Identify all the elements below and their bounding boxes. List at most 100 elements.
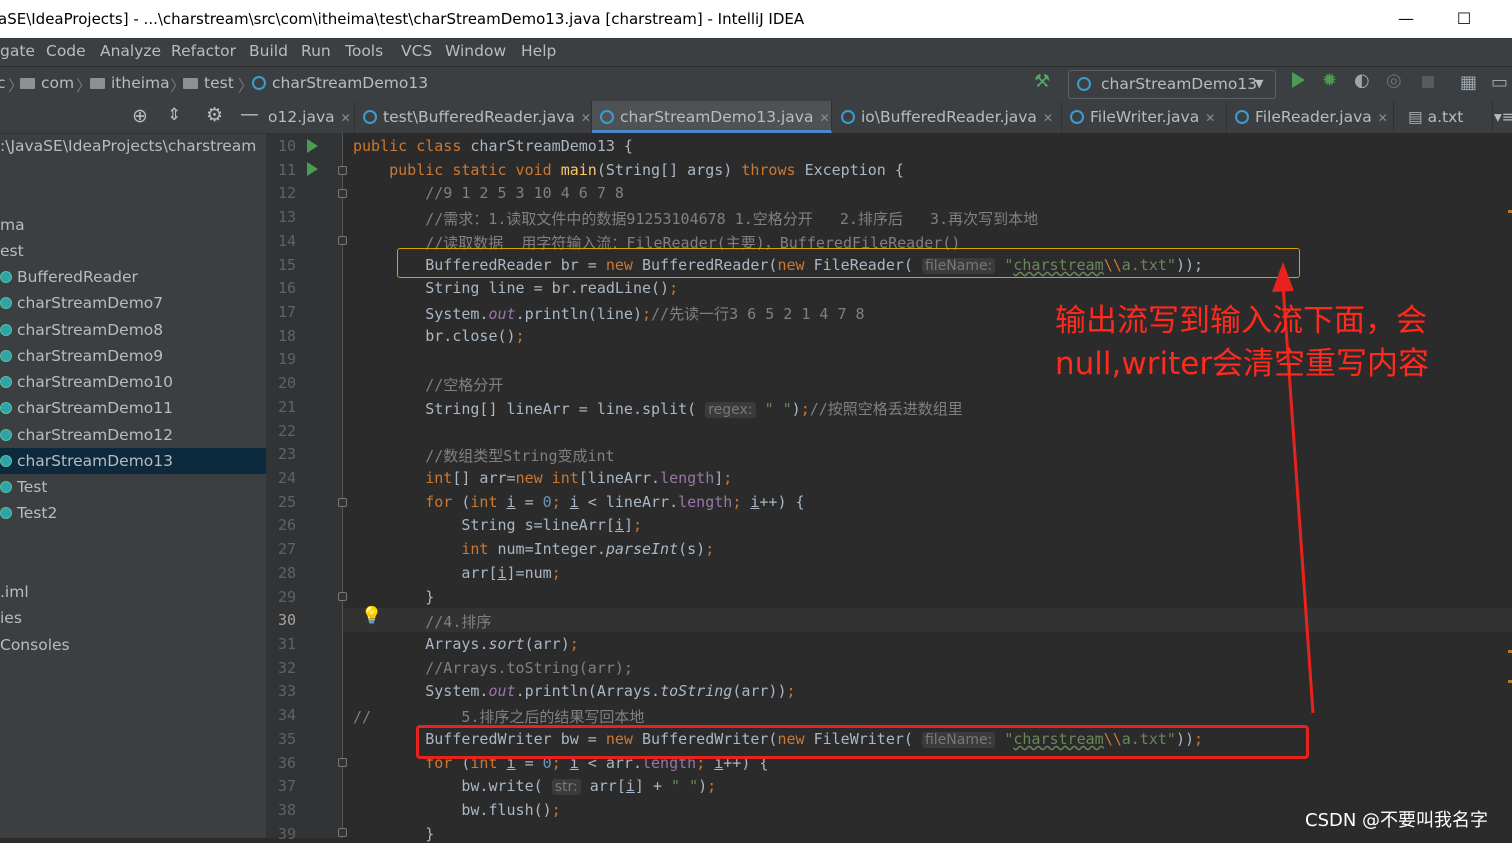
tree-item-iml[interactable]: .iml [0,583,29,601]
layout-icon[interactable]: ▭ [1491,72,1508,93]
code-line: //需求：1.读取文件中的数据91253104678 1.空格分开 2.排序后 … [353,210,1039,228]
fold-icon[interactable] [338,758,347,767]
menu-refactor[interactable]: Refactor [171,42,236,60]
minimize-button[interactable]: — [1386,6,1426,32]
close-icon[interactable]: ✕ [1205,111,1215,125]
tab-test-bufferedreader[interactable]: test\BufferedReader.java ✕ [355,101,592,133]
run-configuration-select[interactable]: charStreamDemo13 ▼ [1068,70,1276,99]
gear-icon[interactable]: ⚙ [206,104,223,126]
coverage-icon[interactable]: ◐ [1354,70,1370,91]
line-number: 11 [277,161,296,179]
tree-item-test2[interactable]: Test2 [0,504,57,522]
tree-item-consoles[interactable]: Consoles [0,636,70,654]
close-icon[interactable]: ✕ [819,111,829,125]
line-number: 32 [277,659,296,677]
build-hammer-icon[interactable]: ⚒ [1034,71,1050,92]
code-line: for (int i = 0; i < lineArr.length; i++)… [425,493,805,511]
tree-item-libraries[interactable]: ies [0,609,22,627]
tab-overflow-icon[interactable]: ▾≡ [1494,101,1512,133]
class-icon [1070,110,1084,124]
close-icon[interactable]: ✕ [1043,111,1053,125]
menu-window[interactable]: Window [445,42,506,60]
run-icon[interactable] [1292,72,1305,88]
watermark: CSDN @不要叫我名字 [1305,810,1489,831]
fold-icon[interactable] [338,236,347,245]
fold-icon[interactable] [338,166,347,175]
class-icon [600,110,614,124]
collapse-all-icon[interactable]: ⇕ [167,105,181,125]
tree-item-bufferedreader[interactable]: BufferedReader [0,268,138,286]
line-number: 25 [277,493,296,511]
breadcrumb-com[interactable]: com [20,74,74,92]
java-class-icon [0,297,12,309]
tree-item-demo9[interactable]: charStreamDemo9 [0,347,163,365]
line-number: 27 [277,540,296,558]
tab-label: FileWriter.java [1090,108,1200,126]
close-icon[interactable]: ✕ [1378,111,1388,125]
chevron-down-icon: ▼ [1255,77,1264,90]
run-main-icon[interactable] [307,162,318,176]
fold-icon[interactable] [338,592,347,601]
breadcrumb-label: charStreamDemo13 [272,74,429,92]
debug-icon[interactable]: ✹ [1322,70,1337,91]
tab-a-txt[interactable]: ▤ a.txt [1394,101,1493,133]
stop-icon[interactable] [1422,76,1434,88]
close-icon[interactable]: ✕ [341,111,351,125]
line-number: 36 [277,754,296,772]
code-line: //数组类型String变成int [353,447,615,465]
breadcrumb-test[interactable]: test [183,74,234,92]
menu-analyze[interactable]: Analyze [100,42,161,60]
tab-io-bufferedreader[interactable]: io\BufferedReader.java ✕ [833,101,1062,133]
menu-code[interactable]: Code [46,42,86,60]
project-structure-icon[interactable]: ▦ [1460,72,1477,93]
tree-item-demo11[interactable]: charStreamDemo11 [0,399,173,417]
tree-item-demo7[interactable]: charStreamDemo7 [0,294,163,312]
tab-demo12[interactable]: o12.java ✕ [266,101,355,133]
project-root-path[interactable]: :\JavaSE\IdeaProjects\charstream [0,137,256,155]
close-icon[interactable]: ✕ [581,111,591,125]
line-number: 30 [277,611,296,629]
run-class-icon[interactable] [307,139,318,153]
line-number: 38 [277,801,296,819]
profile-icon[interactable]: ◎ [1386,70,1402,91]
tab-charstreamdemo13[interactable]: charStreamDemo13.java ✕ [592,101,832,133]
tree-item-label: charStreamDemo13 [16,452,174,470]
fold-icon[interactable] [338,189,347,198]
tree-item[interactable]: ma [0,216,25,234]
locate-icon[interactable]: ⊕ [132,105,148,127]
tree-item-demo12[interactable]: charStreamDemo12 [0,426,173,444]
parameter-hint: regex: [705,402,756,418]
code-line: String line = br.readLine(); [353,279,679,297]
class-icon [1077,77,1091,91]
menu-build[interactable]: Build [249,42,288,60]
java-class-icon [0,481,12,493]
folder-icon [20,78,35,89]
menu-navigate[interactable]: gate [0,42,35,60]
breadcrumb-lead[interactable]: c [0,74,6,92]
menu-help[interactable]: Help [521,42,556,60]
code-line: arr[i]=num; [353,564,561,582]
breadcrumb-itheima[interactable]: itheima [90,74,170,92]
line-number: 23 [277,445,296,463]
tree-item-demo13[interactable]: charStreamDemo13 [0,452,173,470]
menu-tools[interactable]: Tools [345,42,383,60]
menu-run[interactable]: Run [301,42,331,60]
tree-item[interactable]: est [0,242,24,260]
line-number: 18 [277,327,296,345]
error-stripe-mark[interactable] [1508,650,1512,653]
fold-icon[interactable] [338,498,347,507]
error-stripe-mark[interactable] [1508,210,1512,213]
tree-item-demo8[interactable]: charStreamDemo8 [0,321,163,339]
error-stripe-mark[interactable] [1508,680,1512,683]
tree-item-demo10[interactable]: charStreamDemo10 [0,373,173,391]
tree-item-label: charStreamDemo11 [16,399,174,417]
tree-item-test[interactable]: Test [0,478,47,496]
breadcrumb-class[interactable]: charStreamDemo13 [252,74,428,92]
code-line: int num=Integer.parseInt(s); [461,540,715,558]
tab-filereader[interactable]: FileReader.java ✕ [1227,101,1394,133]
tab-filewriter[interactable]: FileWriter.java ✕ [1062,101,1227,133]
hide-panel-icon[interactable]: — [240,103,259,125]
maximize-button[interactable]: ☐ [1444,6,1484,32]
fold-icon[interactable] [338,828,347,837]
menu-vcs[interactable]: VCS [401,42,432,60]
